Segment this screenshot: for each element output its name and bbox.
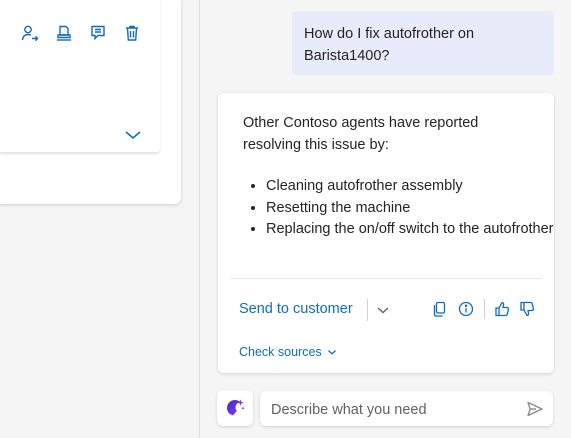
reply-intro: Other Contoso agents have reported resol… xyxy=(243,115,479,153)
send-split-divider xyxy=(367,299,368,321)
list-item: Resetting the machine xyxy=(266,198,556,220)
chevron-down-icon xyxy=(327,350,336,355)
copilot-sparkle-icon xyxy=(227,399,245,416)
left-pane xyxy=(0,0,200,438)
send-to-customer-button[interactable]: Send to customer xyxy=(239,301,353,317)
send-icon[interactable] xyxy=(525,399,545,419)
list-item: Replacing the on/off switch to the autof… xyxy=(266,219,556,241)
user-message: How do I fix autofrother on Barista1400? xyxy=(292,11,554,75)
info-icon[interactable] xyxy=(457,300,475,318)
pane-divider xyxy=(199,0,200,438)
case-card xyxy=(0,0,181,204)
copilot-button[interactable] xyxy=(217,390,253,426)
composer xyxy=(260,391,553,428)
assign-user-icon[interactable] xyxy=(20,23,40,43)
list-item: Cleaning autofrother assembly xyxy=(266,176,556,198)
check-sources-button[interactable]: Check sources xyxy=(239,345,338,359)
check-sources-label: Check sources xyxy=(239,345,322,359)
case-toolbar xyxy=(20,23,142,43)
feedback-divider xyxy=(484,299,485,319)
escalate-icon[interactable] xyxy=(54,23,74,43)
copy-icon[interactable] xyxy=(431,300,449,318)
thumbs-down-icon[interactable] xyxy=(518,300,536,318)
notes-icon[interactable] xyxy=(88,23,108,43)
send-options-chevron-icon[interactable] xyxy=(375,302,391,318)
assistant-reply-card: Other Contoso agents have reported resol… xyxy=(218,93,554,373)
thumbs-up-icon[interactable] xyxy=(493,300,511,318)
chevron-down-icon[interactable] xyxy=(123,128,143,144)
case-card-header xyxy=(0,0,160,153)
reply-divider xyxy=(230,278,542,279)
delete-icon[interactable] xyxy=(122,23,142,43)
prompt-input[interactable] xyxy=(269,391,523,428)
reply-steps-list: Cleaning autofrother assembly Resetting … xyxy=(248,176,556,241)
